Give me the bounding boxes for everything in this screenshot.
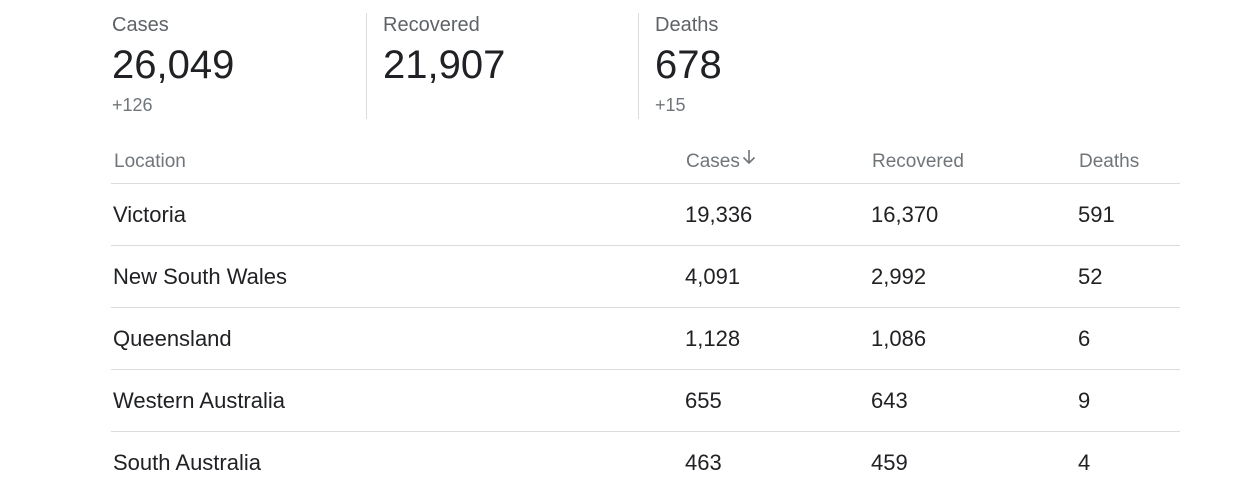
table-row[interactable]: New South Wales 4,091 2,992 52 xyxy=(111,246,1180,308)
cell-cases: 655 xyxy=(685,388,722,413)
cell-deaths: 52 xyxy=(1078,264,1103,289)
cell-recovered: 1,086 xyxy=(871,326,927,351)
cell-location: Victoria xyxy=(113,202,186,227)
cell-cases: 4,091 xyxy=(685,264,741,289)
cell-recovered: 459 xyxy=(871,450,908,475)
column-header-deaths[interactable]: Deaths xyxy=(1079,150,1139,174)
cell-location: New South Wales xyxy=(113,264,288,289)
column-header-deaths-label: Deaths xyxy=(1079,151,1140,172)
column-header-recovered[interactable]: Recovered xyxy=(872,150,964,174)
cell-location: South Australia xyxy=(113,450,261,475)
stat-recovered-label: Recovered xyxy=(383,14,480,36)
stat-cases: Cases 26,049 +126 xyxy=(112,13,366,119)
table-row[interactable]: Western Australia 655 643 9 xyxy=(111,370,1180,432)
column-header-location-label: Location xyxy=(114,151,186,172)
stat-deaths-value: 678 xyxy=(655,43,722,87)
cell-recovered: 643 xyxy=(871,388,908,413)
stat-deaths-label: Deaths xyxy=(655,14,719,36)
cell-location: Western Australia xyxy=(113,388,286,413)
column-header-recovered-label: Recovered xyxy=(872,151,964,172)
table-row[interactable]: South Australia 463 459 4 xyxy=(111,432,1180,493)
stat-deaths: Deaths 678 +15 xyxy=(638,13,855,119)
cell-cases: 1,128 xyxy=(685,326,741,351)
cell-location: Queensland xyxy=(113,326,232,351)
table-row[interactable]: Queensland 1,128 1,086 6 xyxy=(111,308,1180,370)
cell-deaths: 6 xyxy=(1078,326,1091,351)
cell-deaths: 9 xyxy=(1078,388,1091,413)
column-header-location[interactable]: Location xyxy=(114,150,186,174)
table-header: Location Cases Recovered Deaths xyxy=(111,140,1180,184)
cell-recovered: 2,992 xyxy=(871,264,927,289)
cell-recovered: 16,370 xyxy=(871,202,939,227)
regions-table: Location Cases Recovered Deaths Victoria… xyxy=(111,140,1180,493)
cell-cases: 463 xyxy=(685,450,722,475)
stat-recovered-value: 21,907 xyxy=(383,43,506,87)
column-header-cases[interactable]: Cases xyxy=(686,150,756,174)
stats-summary: Cases 26,049 +126 Recovered 21,907 Death… xyxy=(112,13,855,119)
cell-cases: 19,336 xyxy=(685,202,753,227)
column-header-cases-label: Cases xyxy=(686,151,740,172)
stat-cases-label: Cases xyxy=(112,14,169,36)
stat-recovered: Recovered 21,907 xyxy=(366,13,638,119)
stat-cases-value: 26,049 xyxy=(112,43,235,87)
arrow-down-icon xyxy=(742,148,756,172)
cell-deaths: 591 xyxy=(1078,202,1115,227)
cell-deaths: 4 xyxy=(1078,450,1091,475)
stat-cases-delta: +126 xyxy=(112,95,153,115)
table-row[interactable]: Victoria 19,336 16,370 591 xyxy=(111,184,1180,246)
stat-deaths-delta: +15 xyxy=(655,95,686,115)
